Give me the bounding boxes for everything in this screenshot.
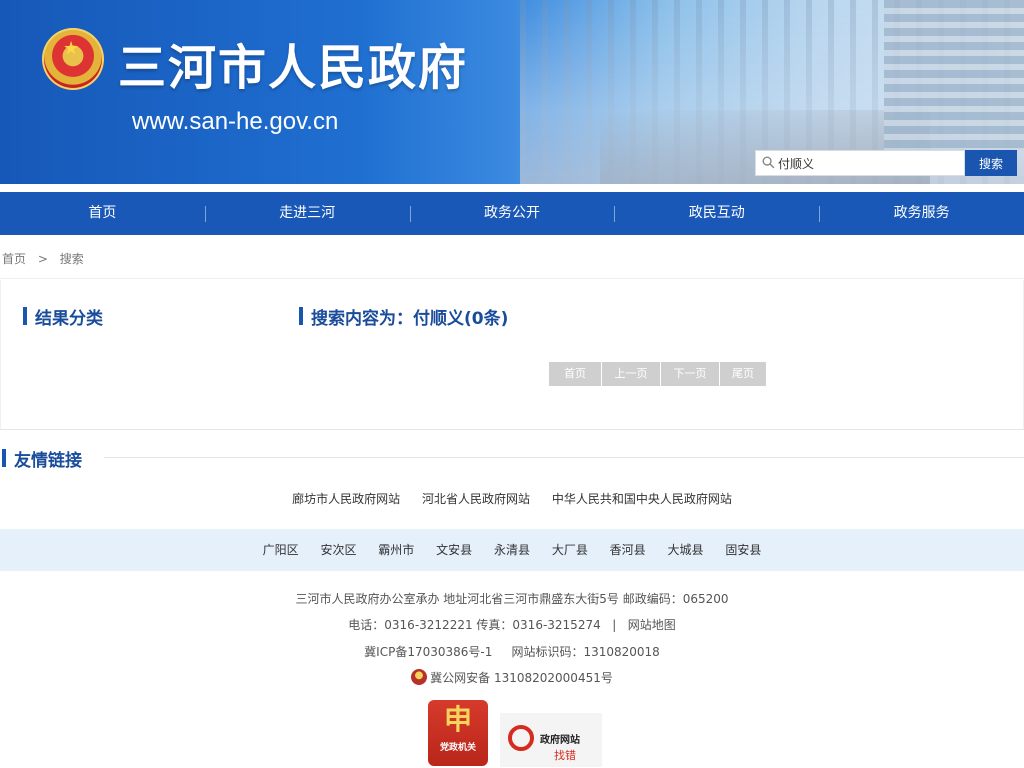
search-button[interactable]: 搜索 xyxy=(965,150,1017,176)
footer-address: 三河市人民政府办公室承办 地址河北省三河市鼎盛东大街5号 邮政编码：065200 xyxy=(295,592,729,606)
results-panel: 结果分类 搜索内容为：付顺义(0条) 首页 上一页 下一页 尾页 xyxy=(0,280,1024,430)
site-code: 网站标识码：1310820018 xyxy=(511,645,660,659)
pager-next-button[interactable]: 下一页 xyxy=(661,362,719,386)
breadcrumb: 首页 > 搜索 xyxy=(2,250,92,267)
links-title: 友情链接 xyxy=(2,446,82,471)
national-emblem-icon: ★ xyxy=(42,28,104,90)
footer-registration: 冀ICP备17030386号-1 网站标识码：1310820018 xyxy=(0,643,1024,660)
county-link[interactable]: 霸州市 xyxy=(378,543,414,557)
main-nav: 首页 走进三河 政务公开 政民互动 政务服务 xyxy=(0,192,1024,235)
nav-item-services[interactable]: 政务服务 xyxy=(819,192,1024,235)
find-error-badge[interactable]: 政府网站 找错 xyxy=(500,713,602,767)
search-input[interactable] xyxy=(778,151,964,175)
county-links: 广阳区 安次区 霸州市 文安县 永清县 大厂县 香河县 大城县 固安县 xyxy=(0,529,1024,571)
divider xyxy=(0,278,1024,279)
link-langfang[interactable]: 廊坊市人民政府网站 xyxy=(292,492,400,506)
footer-contact: 电话：0316-3212221 传真：0316-3215274 | 网站地图 xyxy=(0,616,1024,633)
site-links: 廊坊市人民政府网站 河北省人民政府网站 中华人民共和国中央人民政府网站 xyxy=(0,490,1024,507)
party-gov-badge-text: 党政机关 xyxy=(439,743,476,753)
party-gov-badge-glyph: 申 xyxy=(443,703,472,736)
nav-item-gov-affairs[interactable]: 政务公开 xyxy=(409,192,615,235)
site-title: 三河市人民政府 xyxy=(118,40,469,96)
link-hebei[interactable]: 河北省人民政府网站 xyxy=(422,492,530,506)
county-link[interactable]: 大厂县 xyxy=(552,543,588,557)
search-box: 搜索 xyxy=(755,150,1017,176)
footer-separator: | xyxy=(612,618,617,632)
breadcrumb-separator: > xyxy=(37,252,48,266)
find-error-sub: 找错 xyxy=(554,749,576,762)
search-field-wrap xyxy=(755,150,965,176)
site-url: www.san-he.gov.cn xyxy=(132,108,339,135)
link-central-gov[interactable]: 中华人民共和国中央人民政府网站 xyxy=(552,492,732,506)
magnifier-icon xyxy=(508,725,534,751)
find-error-title: 政府网站 xyxy=(540,735,580,746)
police-badge-icon xyxy=(411,669,428,685)
breadcrumb-current: 搜索 xyxy=(59,252,84,266)
county-link[interactable]: 香河县 xyxy=(610,543,646,557)
breadcrumb-home[interactable]: 首页 xyxy=(2,252,26,266)
county-link[interactable]: 永清县 xyxy=(494,543,530,557)
footer-phone: 电话：0316-3212221 传真：0316-3215274 xyxy=(348,618,601,632)
category-title: 结果分类 xyxy=(23,304,103,329)
pager-first-button[interactable]: 首页 xyxy=(549,362,601,386)
county-link[interactable]: 安次区 xyxy=(320,543,356,557)
links-divider xyxy=(104,457,1024,458)
pager-prev-button[interactable]: 上一页 xyxy=(602,362,660,386)
header-banner: ★ 三河市人民政府 www.san-he.gov.cn 搜索 xyxy=(0,0,1024,184)
county-link[interactable]: 固安县 xyxy=(725,543,761,557)
footer-police: 冀公网安备 13108202000451号 xyxy=(0,669,1024,686)
police-record-link[interactable]: 冀公网安备 13108202000451号 xyxy=(430,671,613,685)
county-link[interactable]: 大城县 xyxy=(668,543,704,557)
sitemap-link[interactable]: 网站地图 xyxy=(628,618,676,632)
search-icon xyxy=(762,156,775,169)
party-gov-badge[interactable]: 申 党政机关 xyxy=(428,700,488,766)
county-link[interactable]: 文安县 xyxy=(436,543,472,557)
city-photo-building xyxy=(884,0,1024,150)
icp-link[interactable]: 冀ICP备17030386号-1 xyxy=(364,645,492,659)
nav-item-interaction[interactable]: 政民互动 xyxy=(614,192,819,235)
county-link[interactable]: 广阳区 xyxy=(263,543,299,557)
pagination: 首页 上一页 下一页 尾页 xyxy=(549,362,767,386)
nav-item-home[interactable]: 首页 xyxy=(0,192,205,235)
pager-last-button[interactable]: 尾页 xyxy=(720,362,766,386)
nav-item-about[interactable]: 走进三河 xyxy=(204,192,410,235)
result-title: 搜索内容为：付顺义(0条) xyxy=(299,304,508,329)
